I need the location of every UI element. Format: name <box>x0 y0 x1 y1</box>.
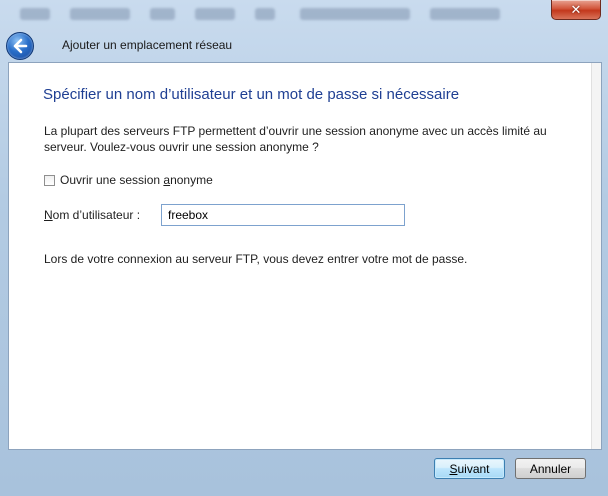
next-button[interactable]: Suivant <box>434 458 505 479</box>
intro-text: La plupart des serveurs FTP permettent d… <box>44 124 547 154</box>
username-input[interactable] <box>161 204 405 226</box>
dialog-title: Ajouter un emplacement réseau <box>62 38 233 52</box>
close-button[interactable]: ✕ <box>551 0 601 20</box>
scrollbar[interactable] <box>591 63 601 449</box>
back-button[interactable] <box>6 32 34 60</box>
navigation-row: Ajouter un emplacement réseau <box>0 30 608 62</box>
arrow-left-icon <box>13 38 28 54</box>
anonymous-checkbox[interactable] <box>44 174 55 186</box>
wizard-content: Spécifier un nom d’utilisateur et un mot… <box>8 62 602 450</box>
cancel-button[interactable]: Annuler <box>515 458 586 479</box>
anonymous-label: Ouvrir une session anonyme <box>60 173 213 187</box>
blurred-background <box>0 0 608 30</box>
password-note: Lors de votre connexion au serveur FTP, … <box>44 252 468 266</box>
close-icon: ✕ <box>570 2 582 17</box>
page-heading: Spécifier un nom d’utilisateur et un mot… <box>43 86 460 103</box>
username-label: Nom d’utilisateur : <box>44 208 141 222</box>
anonymous-checkbox-row[interactable]: Ouvrir une session anonyme <box>44 173 213 187</box>
window-frame: ✕ Ajouter un emplacement réseau Spécifie… <box>0 0 608 496</box>
